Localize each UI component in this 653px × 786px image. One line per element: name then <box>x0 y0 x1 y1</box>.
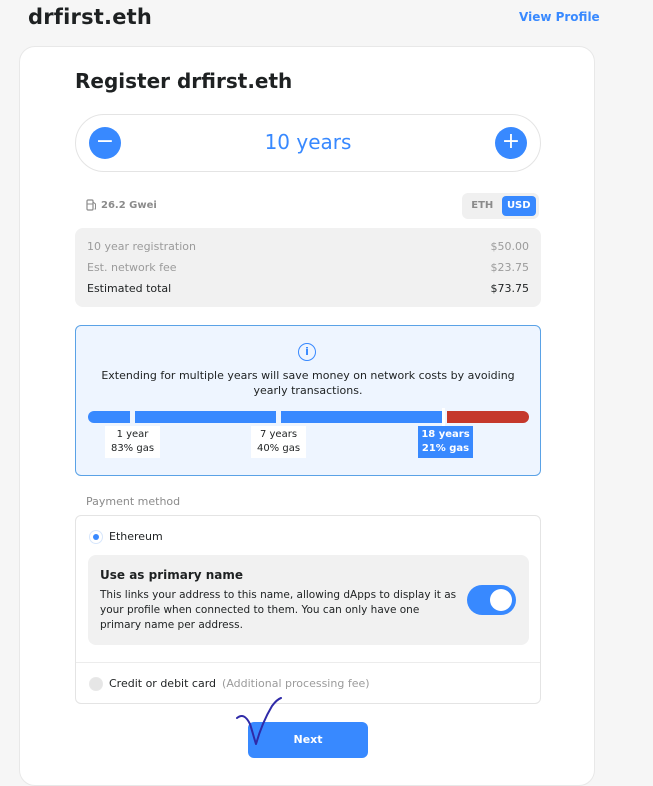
gas-pump-icon <box>86 199 96 211</box>
handwritten-checkmark-icon <box>236 697 282 745</box>
gas-price-value: 26.2 Gwei <box>101 199 157 211</box>
fee-summary: 10 year registration $50.00 Est. network… <box>75 228 541 307</box>
register-card: Register drfirst.eth − 10 years + 26.2 G… <box>19 46 595 786</box>
toggle-knob <box>490 589 512 611</box>
register-title: Register drfirst.eth <box>75 69 293 93</box>
fee-row-network: Est. network fee $23.75 <box>87 257 529 278</box>
years-selector: − 10 years + <box>75 114 541 172</box>
fee-label: Est. network fee <box>87 261 177 274</box>
tick-7-years: 7 years 40% gas <box>251 426 306 458</box>
tick-gas: 83% gas <box>110 443 155 454</box>
fee-value: $50.00 <box>490 240 530 253</box>
tick-years: 1 year <box>116 429 149 440</box>
fee-value: $73.75 <box>490 282 530 295</box>
tick-gas: 40% gas <box>256 443 301 454</box>
ethereum-radio[interactable] <box>89 530 103 544</box>
primary-name-panel: Use as primary name This links your addr… <box>88 555 529 645</box>
fee-row-total: Estimated total $73.75 <box>87 278 529 299</box>
fee-row-registration: 10 year registration $50.00 <box>87 236 529 257</box>
currency-toggle: ETH USD <box>462 193 539 219</box>
card-option[interactable]: Credit or debit card (Additional processi… <box>109 677 370 690</box>
gas-price: 26.2 Gwei <box>86 199 157 211</box>
currency-eth-option[interactable]: ETH <box>465 196 500 216</box>
fee-value: $23.75 <box>490 261 530 274</box>
tick-years: 18 years <box>421 429 470 440</box>
tick-18-years: 18 years 21% gas <box>418 426 473 458</box>
payment-methods: Ethereum Use as primary name This links … <box>75 515 541 704</box>
info-text: Extending for multiple years will save m… <box>101 369 515 397</box>
card-label: Credit or debit card <box>109 677 217 690</box>
ethereum-label[interactable]: Ethereum <box>109 530 163 543</box>
primary-name-description: This links your address to this name, al… <box>100 589 457 631</box>
primary-name-toggle[interactable] <box>467 585 516 615</box>
currency-usd-option[interactable]: USD <box>501 196 536 216</box>
top-bar: drfirst.eth View Profile <box>0 0 653 40</box>
gas-bar-segment <box>88 411 130 423</box>
card-fee-note: (Additional processing fee) <box>222 677 370 690</box>
card-radio[interactable] <box>89 677 103 691</box>
years-value: 10 years <box>264 130 352 154</box>
payment-method-label: Payment method <box>86 495 181 508</box>
primary-name-title: Use as primary name <box>100 568 244 582</box>
info-icon: i <box>298 343 316 361</box>
view-profile-link[interactable]: View Profile <box>519 10 600 24</box>
fee-label: 10 year registration <box>87 240 196 253</box>
current-years-marker <box>442 408 445 426</box>
increase-years-button[interactable]: + <box>495 127 527 159</box>
gas-bar-segment <box>281 411 442 423</box>
tick-gas: 21% gas <box>421 443 470 454</box>
fee-label: Estimated total <box>87 282 172 295</box>
tick-years: 7 years <box>259 429 298 440</box>
divider <box>76 662 540 663</box>
multi-year-info: i Extending for multiple years will save… <box>75 325 541 476</box>
name-title: drfirst.eth <box>28 5 153 29</box>
tick-1-year: 1 year 83% gas <box>105 426 160 458</box>
gas-bar-segment <box>135 411 276 423</box>
gas-bar-remaining <box>447 411 529 423</box>
